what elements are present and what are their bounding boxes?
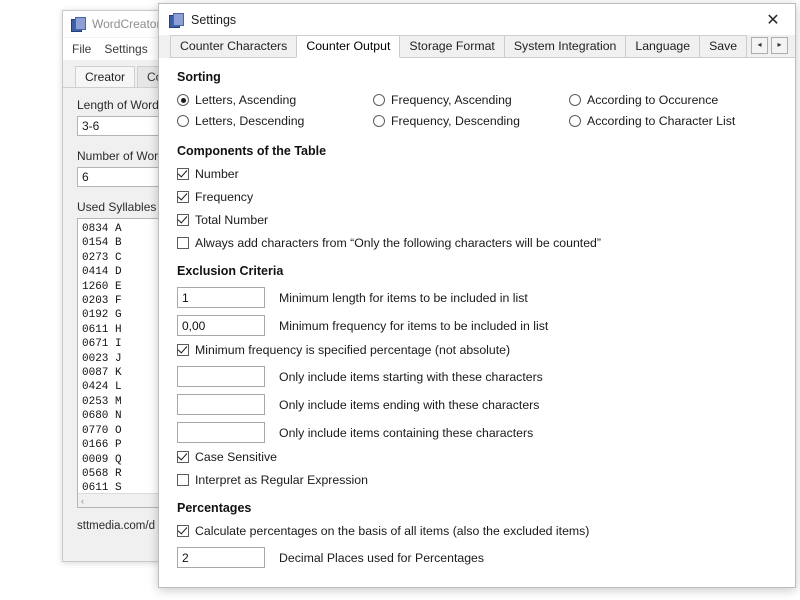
checkbox-label: Minimum frequency is specified percentag… [195,343,511,357]
checkbox-indicator[interactable] [177,191,189,203]
radio-letters-ascending[interactable]: Letters, Ascending [177,93,373,107]
settings-app-icon [169,12,184,28]
percentages-section: Percentages Calculate percentages on the… [177,501,795,568]
checkbox-label: Number [195,167,239,181]
radio-label: According to Character List [587,114,736,128]
tab-scroll-right-icon[interactable]: ▸ [771,36,788,54]
checkbox-indicator[interactable] [177,474,189,486]
radio-frequency-descending[interactable]: Frequency, Descending [373,114,569,128]
checkbox-indicator[interactable] [177,214,189,226]
minimum-length-label: Minimum length for items to be included … [279,290,528,305]
decimal-places-row: 2 Decimal Places used for Percentages [177,547,795,568]
radio-indicator[interactable] [177,94,189,106]
sorting-options: Letters, Ascending Frequency, Ascending … [177,93,795,128]
scroll-left-arrow-icon[interactable]: ‹ [78,496,84,506]
counter-output-panel: Sorting Letters, Ascending Frequency, As… [159,58,795,587]
menu-item-settings[interactable]: Settings [104,42,147,56]
checkbox-indicator[interactable] [177,525,189,537]
exclusion-section: Exclusion Criteria 1 Minimum length for … [177,264,795,487]
starting-with-label: Only include items starting with these c… [279,369,543,384]
radio-letters-descending[interactable]: Letters, Descending [177,114,373,128]
checkbox-number[interactable]: Number [177,167,795,181]
checkbox-case-sensitive[interactable]: Case Sensitive [177,450,795,464]
minimum-frequency-label: Minimum frequency for items to be includ… [279,318,549,333]
checkbox-calculate-percentages[interactable]: Calculate percentages on the basis of al… [177,524,795,538]
settings-title: Settings [191,12,237,27]
radio-label: Frequency, Ascending [391,93,512,107]
radio-label: Letters, Ascending [195,93,297,107]
wordcreator-icon [71,17,86,32]
checkbox-frequency[interactable]: Frequency [177,190,795,204]
checkbox-label: Calculate percentages on the basis of al… [195,524,590,538]
checkbox-indicator[interactable] [177,168,189,180]
checkbox-interpret-as-regex[interactable]: Interpret as Regular Expression [177,473,795,487]
tab-counter-output[interactable]: Counter Output [296,35,401,58]
minimum-length-row: 1 Minimum length for items to be include… [177,287,795,308]
radio-indicator[interactable] [177,115,189,127]
ending-with-row: Only include items ending with these cha… [177,394,795,415]
tab-scroll-left-icon[interactable]: ◂ [751,36,768,54]
wordcreator-title: WordCreator - [92,17,168,31]
tab-storage-format[interactable]: Storage Format [399,35,505,58]
exclusion-title: Exclusion Criteria [177,264,284,278]
radio-indicator[interactable] [373,115,385,127]
radio-label: Letters, Descending [195,114,305,128]
tab-language[interactable]: Language [625,35,701,58]
decimal-places-label: Decimal Places used for Percentages [279,550,485,565]
radio-according-to-character-list[interactable]: According to Character List [569,114,765,128]
ending-with-label: Only include items ending with these cha… [279,397,540,412]
checkbox-always-add-characters[interactable]: Always add characters from “Only the fol… [177,236,795,250]
checkbox-indicator[interactable] [177,344,189,356]
tab-counter-characters[interactable]: Counter Characters [170,35,298,58]
components-section: Components of the Table Number Frequency… [177,144,795,250]
checkbox-indicator[interactable] [177,451,189,463]
percentages-title: Percentages [177,501,252,515]
checkbox-frequency-is-percentage[interactable]: Minimum frequency is specified percentag… [177,343,795,357]
radio-indicator[interactable] [373,94,385,106]
settings-dialog[interactable]: Settings ✕ Counter Characters Counter Ou… [158,3,796,588]
minimum-frequency-input[interactable]: 0,00 [177,315,265,336]
tab-system-integration[interactable]: System Integration [503,35,627,58]
menu-item-file[interactable]: File [72,42,91,56]
screen: WordCreator - File Settings Sy Creator C… [0,0,800,600]
radio-frequency-ascending[interactable]: Frequency, Ascending [373,93,569,107]
radio-indicator[interactable] [569,115,581,127]
settings-tabstrip[interactable]: Counter Characters Counter Output Storag… [159,35,795,58]
decimal-places-input[interactable]: 2 [177,547,265,568]
checkbox-total-number[interactable]: Total Number [177,213,795,227]
components-title: Components of the Table [177,144,327,158]
radio-label: According to Occurence [587,93,719,107]
radio-indicator[interactable] [569,94,581,106]
checkbox-label: Always add characters from “Only the fol… [195,236,601,250]
containing-label: Only include items containing these char… [279,425,534,440]
tab-scroll-controls[interactable]: ◂ ▸ [751,35,795,58]
checkbox-label: Total Number [195,213,269,227]
close-icon[interactable]: ✕ [751,4,795,35]
containing-input[interactable] [177,422,265,443]
minimum-frequency-row: 0,00 Minimum frequency for items to be i… [177,315,795,336]
containing-row: Only include items containing these char… [177,422,795,443]
radio-according-to-occurence[interactable]: According to Occurence [569,93,765,107]
starting-with-input[interactable] [177,366,265,387]
checkbox-label: Case Sensitive [195,450,278,464]
sorting-title: Sorting [177,70,221,84]
sorting-section: Sorting Letters, Ascending Frequency, As… [177,70,795,128]
ending-with-input[interactable] [177,394,265,415]
starting-with-row: Only include items starting with these c… [177,366,795,387]
checkbox-label: Frequency [195,190,254,204]
checkbox-indicator[interactable] [177,237,189,249]
tab-creator[interactable]: Creator [75,66,136,87]
radio-label: Frequency, Descending [391,114,520,128]
minimum-length-input[interactable]: 1 [177,287,265,308]
checkbox-label: Interpret as Regular Expression [195,473,368,487]
tab-save[interactable]: Save [699,35,748,58]
settings-titlebar[interactable]: Settings ✕ [159,4,795,35]
